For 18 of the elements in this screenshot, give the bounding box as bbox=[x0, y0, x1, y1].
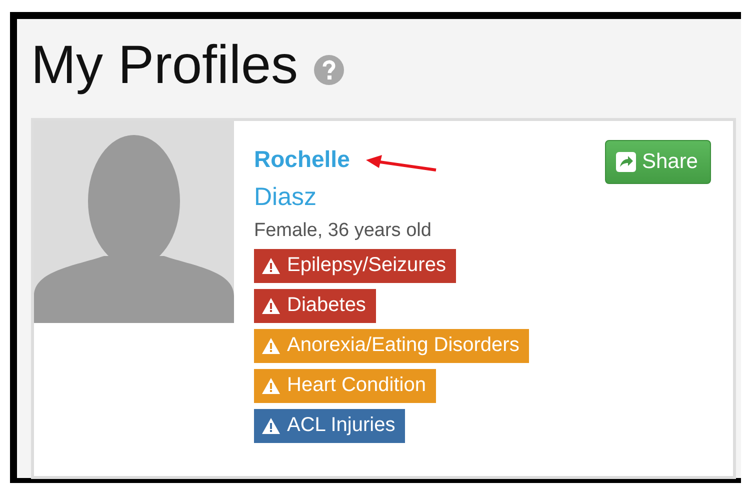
warning-icon bbox=[261, 256, 281, 275]
annotation-arrow bbox=[366, 154, 438, 174]
condition-tag: Anorexia/Eating Disorders bbox=[254, 328, 530, 363]
warning-icon bbox=[261, 296, 281, 315]
profile-details: Female, 36 years old bbox=[254, 220, 432, 243]
condition-tag: Heart Condition bbox=[254, 368, 436, 403]
warning-icon bbox=[261, 416, 281, 435]
condition-tag: ACL Injuries bbox=[254, 408, 406, 443]
condition-tag: Diabetes bbox=[254, 288, 376, 323]
help-icon[interactable] bbox=[314, 55, 344, 85]
share-button[interactable]: Share bbox=[604, 140, 711, 184]
share-icon bbox=[616, 152, 636, 172]
first-name[interactable]: Rochelle bbox=[254, 147, 350, 172]
condition-tag: Epilepsy/Seizures bbox=[254, 248, 456, 283]
last-name[interactable]: Diasz bbox=[254, 184, 317, 212]
warning-icon bbox=[261, 376, 281, 395]
page-title: My Profiles bbox=[31, 38, 298, 92]
warning-icon bbox=[261, 336, 281, 355]
